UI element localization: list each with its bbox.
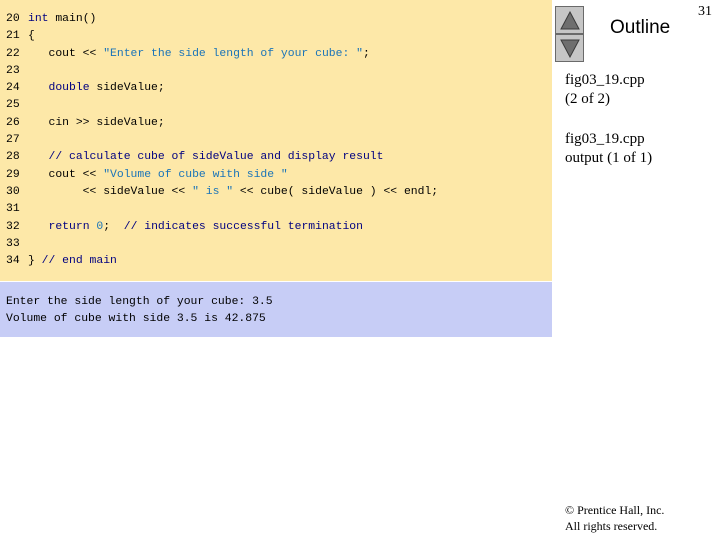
- line-number: 22: [6, 47, 20, 60]
- code-line: 24 double sideValue;: [6, 80, 438, 97]
- copyright-notice: © Prentice Hall, Inc. All rights reserve…: [565, 502, 664, 534]
- file-label-source: fig03_19.cpp (2 of 2): [565, 71, 645, 109]
- code-text: ;: [362, 47, 370, 60]
- line-number: 23: [6, 64, 20, 77]
- code-text: << sideValue <<: [28, 185, 193, 198]
- code-text: main(): [48, 13, 97, 25]
- line-number: 25: [6, 99, 20, 112]
- code-line: 32 return 0; // indicates successful ter…: [6, 219, 438, 236]
- line-number: 27: [6, 134, 20, 147]
- output-line: Volume of cube with side 3.5 is 42.875: [6, 313, 266, 326]
- line-number: 33: [6, 237, 20, 250]
- down-arrow-icon: [560, 39, 580, 58]
- file-label-output-name: fig03_19.cpp: [565, 131, 645, 147]
- file-label-source-page: (2 of 2): [565, 91, 610, 107]
- code-comment: // indicates successful termination: [123, 220, 363, 233]
- code-line: 30 << sideValue << " is " << cube( sideV…: [6, 184, 438, 201]
- code-line: 26 cin >> sideValue;: [6, 115, 438, 132]
- code-comment: // end main: [41, 255, 117, 268]
- code-keyword: double: [48, 82, 90, 95]
- code-text: cin >> sideValue;: [28, 116, 165, 129]
- code-text: ;: [103, 220, 124, 233]
- line-number: 28: [6, 151, 20, 164]
- copyright-line-1: © Prentice Hall, Inc.: [565, 503, 665, 517]
- line-number: 34: [6, 255, 20, 268]
- code-text: }: [28, 255, 42, 268]
- code-line: 31: [6, 201, 438, 218]
- outline-title: Outline: [610, 17, 671, 38]
- program-output: Enter the side length of your cube: 3.5 V…: [6, 294, 273, 329]
- code-string: " is ": [192, 185, 234, 198]
- code-line: 27: [6, 132, 438, 149]
- code-keyword: int: [28, 13, 49, 25]
- code-comment: // calculate cube of sideValue and displ…: [48, 151, 384, 164]
- code-text: {: [28, 30, 35, 43]
- line-number: 32: [6, 220, 20, 233]
- line-number: 29: [6, 168, 20, 181]
- line-number: 31: [6, 203, 20, 216]
- code-line: 20 int main(): [6, 11, 438, 28]
- code-line: 29 cout << "Volume of cube with side ": [6, 167, 438, 184]
- copyright-line-2: All rights reserved.: [565, 519, 658, 533]
- line-number: 30: [6, 185, 20, 198]
- code-string: "Enter the side length of your cube: ": [103, 47, 363, 60]
- code-line: 21 {: [6, 28, 438, 45]
- code-text: sideValue;: [89, 82, 165, 95]
- file-label-output: fig03_19.cpp output (1 of 1): [565, 130, 652, 168]
- page-number: 31: [698, 4, 712, 19]
- line-number: 21: [6, 30, 20, 43]
- previous-slide-button[interactable]: [555, 6, 584, 34]
- output-line: Enter the side length of your cube: 3.5: [6, 296, 273, 308]
- line-number: 24: [6, 82, 20, 95]
- code-line: 34} // end main: [6, 253, 438, 270]
- code-line: 25: [6, 97, 438, 114]
- code-line: 28 // calculate cube of sideValue and di…: [6, 149, 438, 166]
- file-label-output-page: output (1 of 1): [565, 150, 653, 166]
- code-line: 33: [6, 236, 438, 253]
- file-label-source-name: fig03_19.cpp: [565, 72, 645, 88]
- line-number: 20: [6, 13, 20, 25]
- code-text: cout <<: [28, 47, 104, 60]
- code-line: 22 cout << "Enter the side length of you…: [6, 46, 438, 63]
- code-text: cout <<: [28, 168, 104, 181]
- code-line: 23: [6, 63, 438, 80]
- next-slide-button[interactable]: [555, 34, 584, 62]
- code-string: "Volume of cube with side ": [103, 168, 288, 181]
- code-keyword: return: [48, 220, 90, 233]
- source-code: 20 int main() 21 {22 cout << "Enter the sid…: [6, 11, 438, 270]
- up-arrow-icon: [560, 11, 580, 30]
- line-number: 26: [6, 116, 20, 129]
- code-text: << cube( sideValue ) << endl;: [233, 185, 439, 198]
